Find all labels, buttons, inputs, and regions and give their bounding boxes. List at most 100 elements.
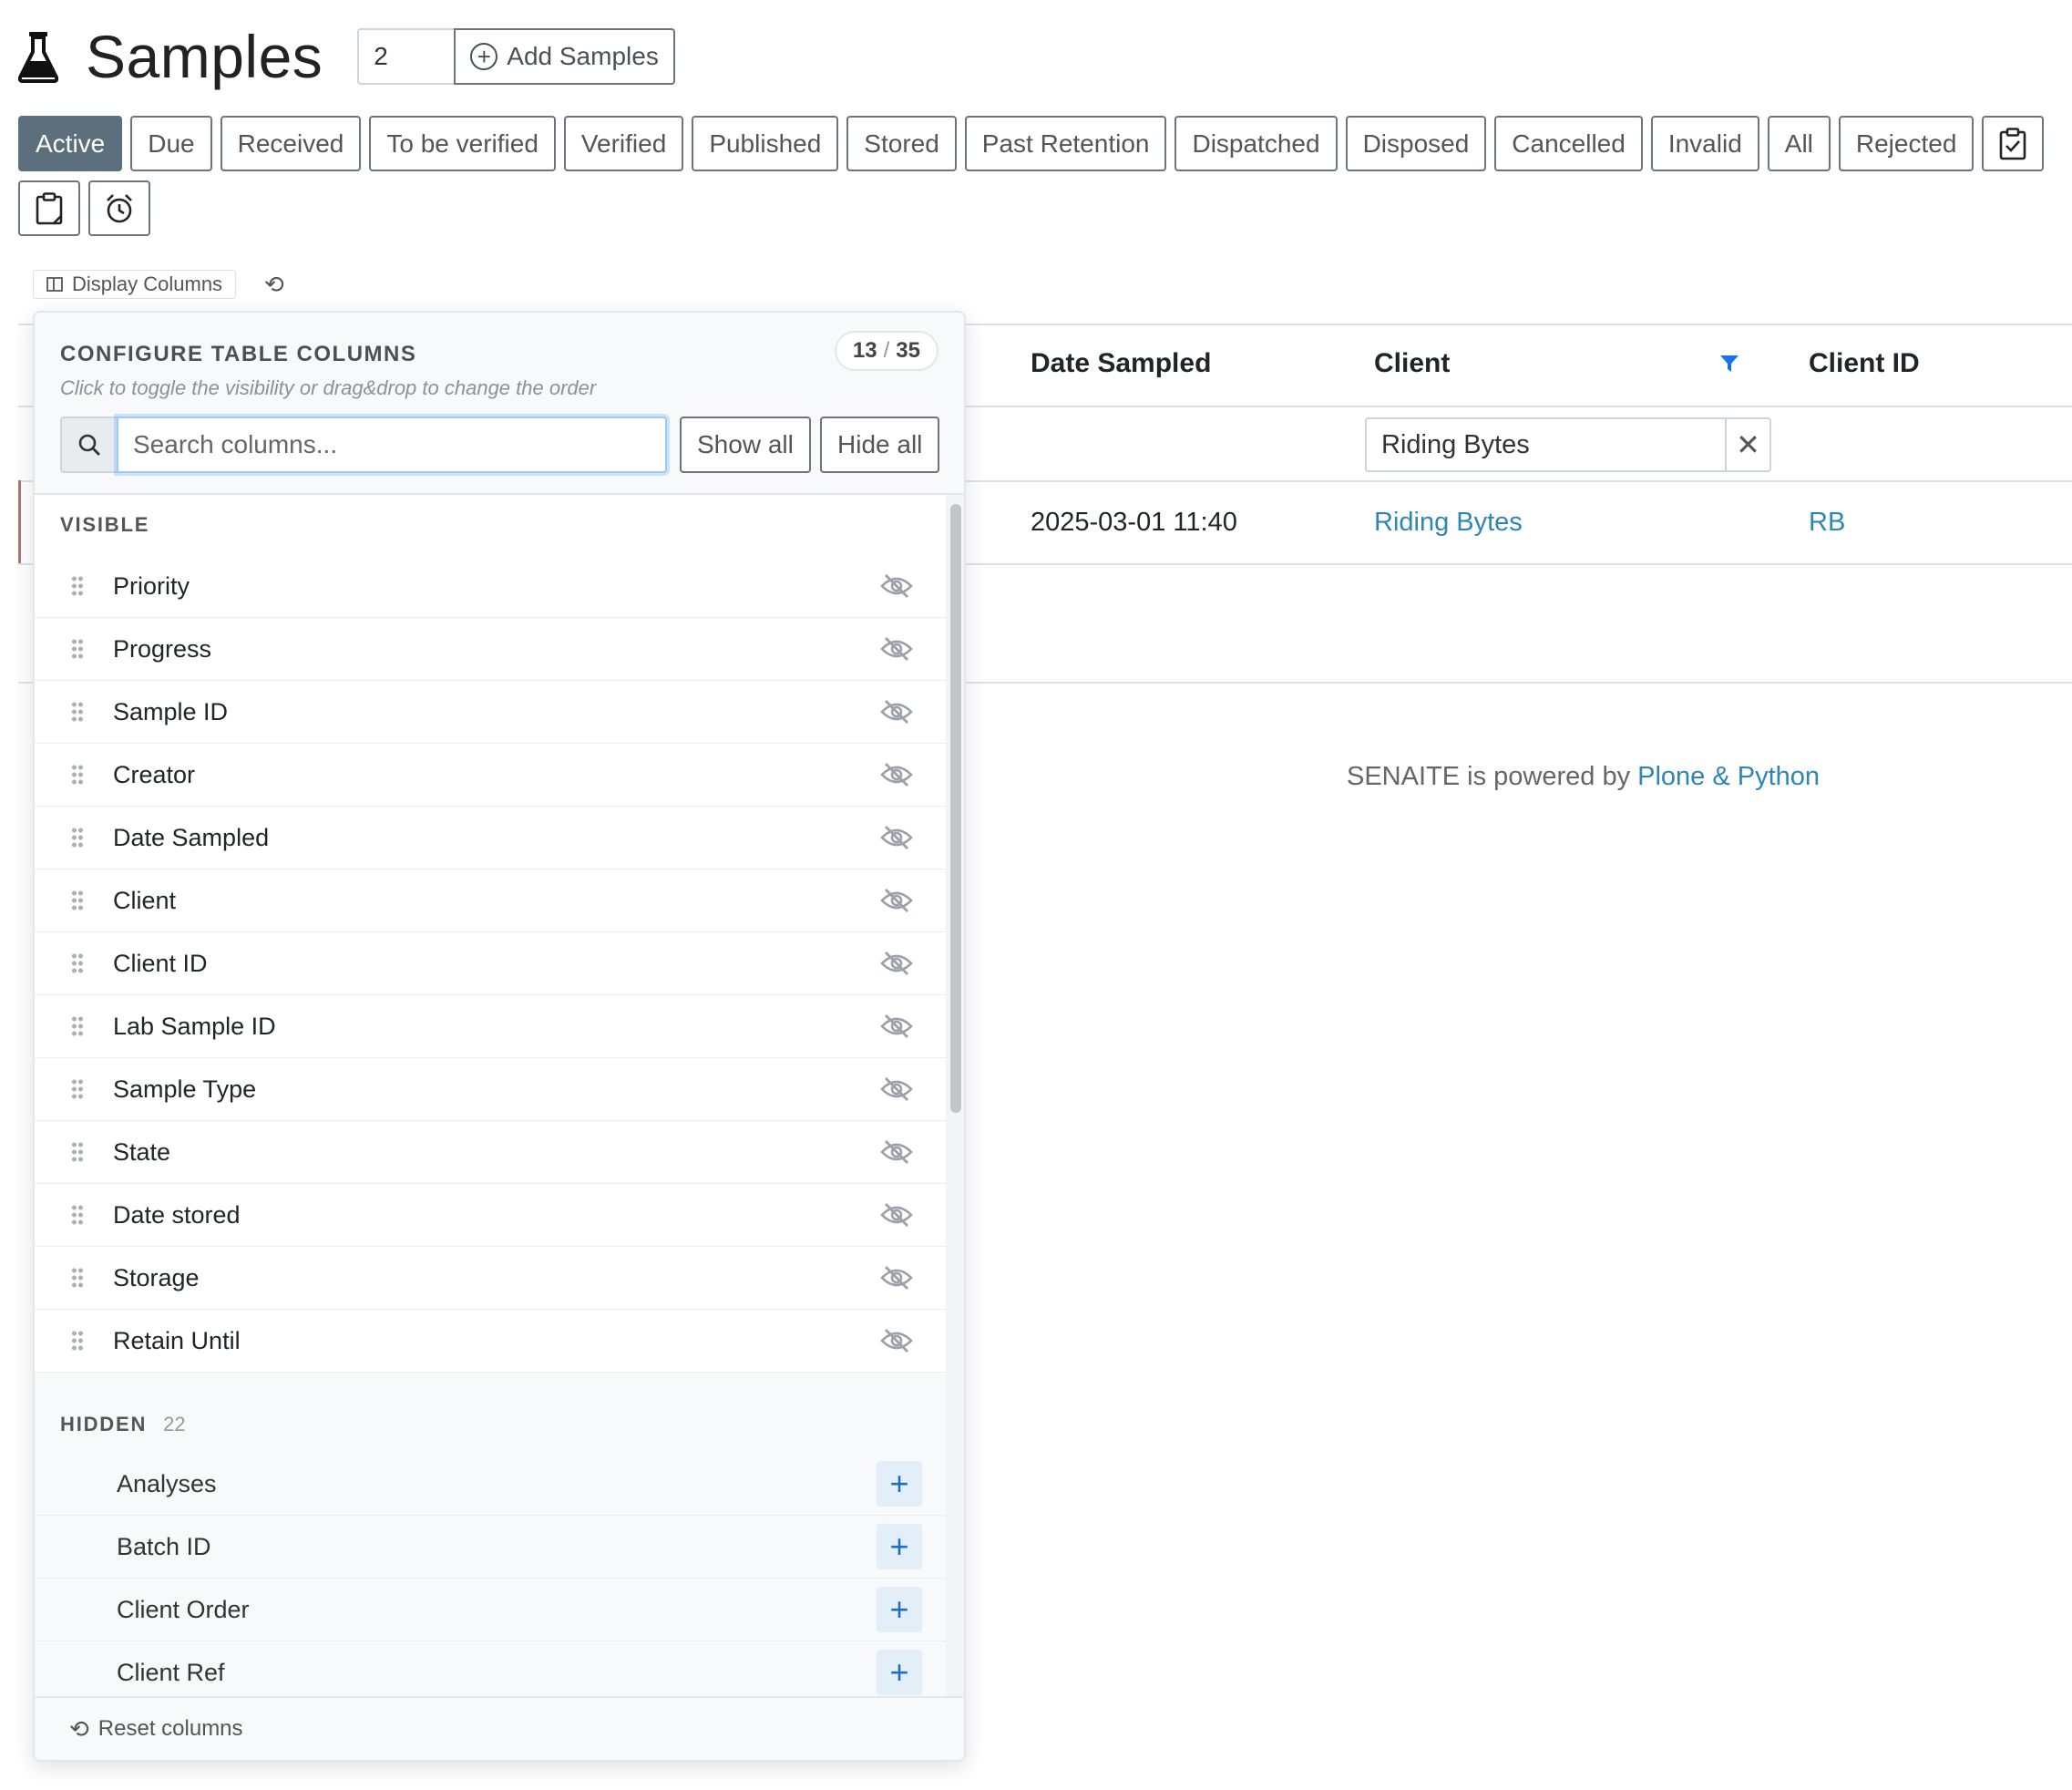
tab-all[interactable]: All [1767,116,1831,171]
filter-icon[interactable] [1719,354,1739,374]
sample-count-input[interactable] [357,28,455,85]
hidden-section-heading: HIDDEN 22 [35,1373,946,1453]
footer-text: SENAITE is powered by [1347,762,1638,791]
display-columns-button[interactable]: Display Columns [33,270,237,299]
drag-handle-icon[interactable] [71,638,84,660]
tab-to-be-verified[interactable]: To be verified [369,116,556,171]
hidden-column-item[interactable]: Batch ID + [35,1516,946,1579]
eye-slash-icon[interactable] [880,699,913,725]
tab-verified[interactable]: Verified [563,116,684,171]
drag-handle-icon[interactable] [71,1141,84,1163]
reset-icon[interactable]: ⟲ [264,272,290,297]
column-header-client-id[interactable]: Client ID [1809,348,1920,379]
eye-slash-icon[interactable] [880,1202,913,1228]
drag-handle-icon[interactable] [71,1204,84,1226]
eye-slash-icon[interactable] [880,573,913,599]
visible-column-item[interactable]: Lab Sample ID [35,995,946,1058]
eye-slash-icon[interactable] [880,762,913,787]
column-label: Storage [113,1263,200,1291]
cell-client-id-link[interactable]: RB [1809,508,1845,538]
eye-slash-icon[interactable] [880,951,913,976]
plus-icon[interactable]: + [877,1461,922,1507]
visible-column-item[interactable]: Sample ID [35,681,946,744]
visible-column-item[interactable]: Client ID [35,932,946,995]
tab-dispatched[interactable]: Dispatched [1174,116,1338,171]
drag-handle-icon[interactable] [71,575,84,597]
hidden-section: HIDDEN 22 Analyses + Batch ID + Client Order… [35,1373,946,1698]
hidden-count: 22 [163,1413,186,1435]
drag-handle-icon[interactable] [71,1015,84,1037]
tab-active[interactable]: Active [18,116,123,171]
popup-subtitle: Click to toggle the visibility or drag&d… [60,376,597,399]
cell-client-link[interactable]: Riding Bytes [1374,508,1523,538]
eye-slash-icon[interactable] [880,888,913,913]
visible-column-item[interactable]: Retain Until [35,1310,946,1373]
eye-slash-icon[interactable] [880,1076,913,1102]
drag-handle-icon[interactable] [71,827,84,849]
visible-column-item[interactable]: Sample Type [35,1058,946,1121]
column-header-client[interactable]: Client [1374,348,1450,379]
eye-slash-icon[interactable] [880,1265,913,1291]
drag-handle-icon[interactable] [71,1078,84,1100]
hidden-column-item[interactable]: Client Order + [35,1579,946,1641]
plus-icon[interactable]: + [877,1587,922,1632]
tab-clipboard[interactable] [18,180,80,236]
add-samples-button[interactable]: + Add Samples [454,28,675,85]
tab-disposed[interactable]: Disposed [1345,116,1487,171]
tab-received[interactable]: Received [220,116,362,171]
search-columns-input[interactable] [117,417,667,473]
page-title: Samples [86,23,323,90]
visible-column-item[interactable]: State [35,1121,946,1184]
column-label: Client Ref [117,1658,225,1686]
visible-column-item[interactable]: Date stored [35,1184,946,1247]
drag-handle-icon[interactable] [71,890,84,911]
page-header: Samples + Add Samples [18,20,675,93]
scrollbar-thumb[interactable] [950,504,961,1113]
column-label: Lab Sample ID [113,1012,276,1040]
plus-icon[interactable]: + [877,1524,922,1569]
drag-handle-icon[interactable] [71,1267,84,1289]
visible-column-item[interactable]: Creator [35,744,946,807]
visible-column-item[interactable]: Progress [35,618,946,681]
plus-icon[interactable]: + [877,1650,922,1695]
tab-stored[interactable]: Stored [846,116,957,171]
tab-past-retention[interactable]: Past Retention [964,116,1167,171]
column-header-date-sampled[interactable]: Date Sampled [1031,348,1211,379]
tab-invalid[interactable]: Invalid [1650,116,1759,171]
show-all-button[interactable]: Show all [680,417,811,473]
visible-column-item[interactable]: Client [35,869,946,932]
visible-column-item[interactable]: Storage [35,1247,946,1310]
eye-slash-icon[interactable] [880,1139,913,1165]
column-list-scrollbar[interactable] [946,495,964,1698]
visible-column-list: Priority Progress Sample ID Creator Date Sam… [35,555,946,1373]
drag-handle-icon[interactable] [71,701,84,723]
tab-due[interactable]: Due [130,116,212,171]
visible-column-item[interactable]: Date Sampled [35,807,946,869]
hidden-heading: HIDDEN [60,1413,148,1435]
eye-slash-icon[interactable] [880,636,913,662]
tab-published[interactable]: Published [692,116,839,171]
hidden-column-item[interactable]: Client Ref + [35,1641,946,1698]
drag-handle-icon[interactable] [71,1330,84,1352]
tab-cancelled[interactable]: Cancelled [1494,116,1643,171]
columns-icon [46,277,63,292]
column-label: Retain Until [113,1326,241,1354]
footer-link[interactable]: Plone & Python [1637,762,1820,791]
clear-filter-icon[interactable]: ✕ [1725,419,1769,470]
column-count-badge: 13 / 35 [834,331,939,371]
client-filter-input[interactable] [1367,419,1725,470]
tab-rejected[interactable]: Rejected [1838,116,1975,171]
drag-handle-icon[interactable] [71,952,84,974]
reset-columns-button[interactable]: ⟲ Reset columns [35,1696,964,1760]
hidden-column-item[interactable]: Analyses + [35,1453,946,1516]
hide-all-button[interactable]: Hide all [820,417,940,473]
eye-slash-icon[interactable] [880,1013,913,1039]
visible-column-item[interactable]: Priority [35,555,946,618]
tab-clipboard-check[interactable] [1982,116,2045,171]
drag-handle-icon[interactable] [71,764,84,786]
eye-slash-icon[interactable] [880,825,913,850]
eye-slash-icon[interactable] [880,1328,913,1353]
tab-alarm[interactable] [88,180,150,236]
column-label: Client Order [117,1595,250,1623]
column-label: Creator [113,760,196,788]
